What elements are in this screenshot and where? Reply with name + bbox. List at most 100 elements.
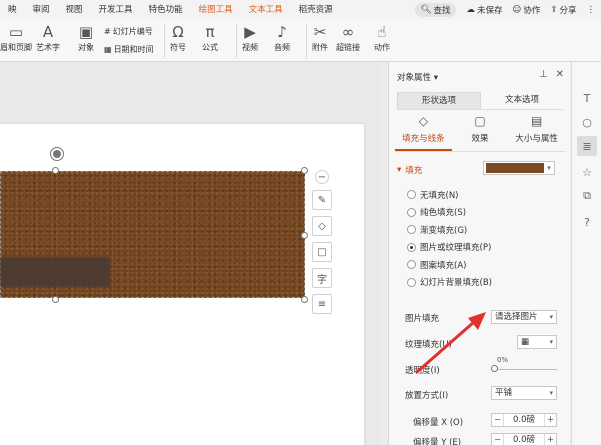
transparency-slider[interactable]: 0% <box>489 356 557 374</box>
formula-button[interactable]: π 公式 <box>202 22 218 53</box>
tab-text-options[interactable]: 文本选项 <box>481 92 563 109</box>
radio-dot[interactable] <box>407 242 416 252</box>
copy-icon[interactable]: ⧉ <box>577 186 597 206</box>
close-icon[interactable]: ✕ <box>556 69 564 80</box>
outline-icon: □ <box>317 246 327 258</box>
fill-radio[interactable]: 图片或纹理填充(P) <box>407 239 492 257</box>
collapse-button[interactable]: − <box>315 170 329 184</box>
blurred-text <box>0 257 110 287</box>
fill-radio[interactable]: 纯色填充(S) <box>407 204 492 222</box>
omega-icon: Ω <box>172 23 184 41</box>
picture-fill-label: 图片填充 <box>405 314 440 324</box>
help-icon[interactable]: ? <box>577 212 597 232</box>
offset-y-stepper[interactable]: − 0.0磅 + <box>491 433 557 445</box>
tile-dropdown[interactable]: 平铺 ▾ <box>491 386 557 400</box>
radio-dot[interactable] <box>407 260 416 270</box>
resize-handle[interactable] <box>301 167 308 174</box>
slider-track <box>495 369 557 370</box>
fill-color-dropdown[interactable]: ▾ <box>483 161 555 175</box>
offset-x-value[interactable]: 0.0磅 <box>504 414 544 426</box>
tab-view[interactable]: 视图 <box>58 0 91 20</box>
tab-size-properties[interactable]: ▤ 大小与属性 <box>508 114 565 151</box>
fill-radio[interactable]: 图案填充(A) <box>407 256 492 274</box>
chevron-down-icon[interactable]: ▾ <box>434 73 438 83</box>
search-box[interactable]: 🔍︎ 查找 <box>414 3 457 17</box>
tab-docer-resources[interactable]: 稻壳资源 <box>291 0 341 20</box>
speaker-icon: ♪ <box>277 23 287 41</box>
hyperlink-button[interactable]: ∞ 超链接 <box>336 22 360 53</box>
divider <box>164 24 165 58</box>
tab-review[interactable]: 审阅 <box>25 0 58 20</box>
align-button[interactable]: ≡ <box>312 294 332 314</box>
fill-button[interactable]: ◇ <box>312 216 332 236</box>
rotate-handle[interactable] <box>51 148 63 160</box>
unsaved-button[interactable]: ☁ 未保存 <box>466 4 502 16</box>
transparency-label: 透明度(I) <box>405 366 440 376</box>
attachment-button[interactable]: ✂ 附件 <box>312 22 328 53</box>
radio-dot[interactable] <box>407 277 416 287</box>
properties-icon[interactable]: ≣ <box>577 136 597 156</box>
fill-radio[interactable]: 幻灯片背景填充(B) <box>407 274 492 292</box>
audio-button[interactable]: ♪ 音频 <box>274 22 290 53</box>
fill-radio-label: 纯色填充(S) <box>420 208 467 219</box>
tab-features[interactable]: 特色功能 <box>141 0 191 20</box>
tab-developer[interactable]: 开发工具 <box>91 0 141 20</box>
radio-dot[interactable] <box>407 225 416 235</box>
symbol-button[interactable]: Ω 符号 <box>170 22 186 53</box>
object-button[interactable]: ▣ 对象 <box>78 22 94 53</box>
star-icon[interactable]: ☆ <box>577 162 597 182</box>
formula-label: 公式 <box>202 43 218 52</box>
minus-icon[interactable]: − <box>492 434 504 445</box>
slider-knob[interactable] <box>491 365 498 372</box>
fill-section-label: 填充 <box>405 166 423 176</box>
fill-section-header[interactable]: ▾ 填充 <box>397 164 422 176</box>
more-icon[interactable]: ⋮ <box>587 5 596 15</box>
tab-size-label: 大小与属性 <box>515 134 558 144</box>
offset-x-label: 偏移量 X (O) <box>413 418 464 428</box>
plus-icon[interactable]: + <box>544 434 556 445</box>
tab-shape-options[interactable]: 形状选项 <box>397 92 481 109</box>
text-style-button[interactable]: 字 <box>312 268 332 288</box>
art-text-label: 艺术字 <box>36 43 60 52</box>
resize-handle[interactable] <box>301 296 308 303</box>
radio-dot[interactable] <box>407 190 416 200</box>
tab-effect[interactable]: ▢ 效果 <box>452 114 509 151</box>
collab-button[interactable]: ☺ 协作 <box>512 4 540 16</box>
header-footer-button[interactable]: ▭ 眉和页脚 <box>0 22 32 53</box>
text-icon[interactable]: T <box>577 88 597 108</box>
slide-number-button[interactable]: # 幻灯片编号 <box>104 26 153 37</box>
link-icon: ∞ <box>341 23 355 41</box>
minus-icon: − <box>317 171 327 183</box>
resize-handle[interactable] <box>52 167 59 174</box>
tab-text-tools[interactable]: 文本工具 <box>241 0 291 20</box>
paperclip-icon: ✂ <box>313 23 327 41</box>
effect-icon: ▢ <box>474 114 486 128</box>
texture-fill-dropdown[interactable]: ▦ ▾ <box>517 335 557 349</box>
outline-button[interactable]: □ <box>312 242 332 262</box>
tab-drawing-tools[interactable]: 绘图工具 <box>191 0 241 20</box>
tab-0[interactable]: 映 <box>0 0 25 20</box>
plus-icon[interactable]: + <box>544 414 556 426</box>
texture-icon: ▦ <box>521 337 530 347</box>
offset-x-stepper[interactable]: − 0.0磅 + <box>491 413 557 427</box>
tab-fill-line[interactable]: ◇ 填充与线条 <box>395 114 452 151</box>
pin-icon[interactable]: ⊥ <box>539 69 548 80</box>
resize-handle[interactable] <box>301 232 308 239</box>
fill-radio[interactable]: 无填充(N) <box>407 186 492 204</box>
picture-fill-dropdown[interactable]: 请选择图片 ▾ <box>491 310 557 324</box>
share-button[interactable]: ⇪ 分享 <box>550 4 576 16</box>
ribbon: ▭ 眉和页脚 A 艺术字 ▣ 对象 # 幻灯片编号 ▦ 日期和时间 Ω 符号 π 公… <box>0 20 601 62</box>
ribbon-tabbar: 映 审阅 视图 开发工具 特色功能 绘图工具 文本工具 稻壳资源 🔍︎ 查找 ☁ 未… <box>0 0 601 20</box>
offset-y-value[interactable]: 0.0磅 <box>504 434 544 445</box>
fill-radio[interactable]: 渐变填充(G) <box>407 221 492 239</box>
style-button[interactable]: ✎ <box>312 190 332 210</box>
video-label: 视频 <box>242 43 258 52</box>
date-time-button[interactable]: ▦ 日期和时间 <box>104 44 154 55</box>
video-button[interactable]: ▶ 视频 <box>242 22 258 53</box>
resize-handle[interactable] <box>52 296 59 303</box>
radio-dot[interactable] <box>407 207 416 217</box>
art-text-button[interactable]: A 艺术字 <box>36 22 60 53</box>
location-icon[interactable]: ○ <box>577 112 597 132</box>
action-button[interactable]: ☝ 动作 <box>374 22 390 53</box>
minus-icon[interactable]: − <box>492 414 504 426</box>
